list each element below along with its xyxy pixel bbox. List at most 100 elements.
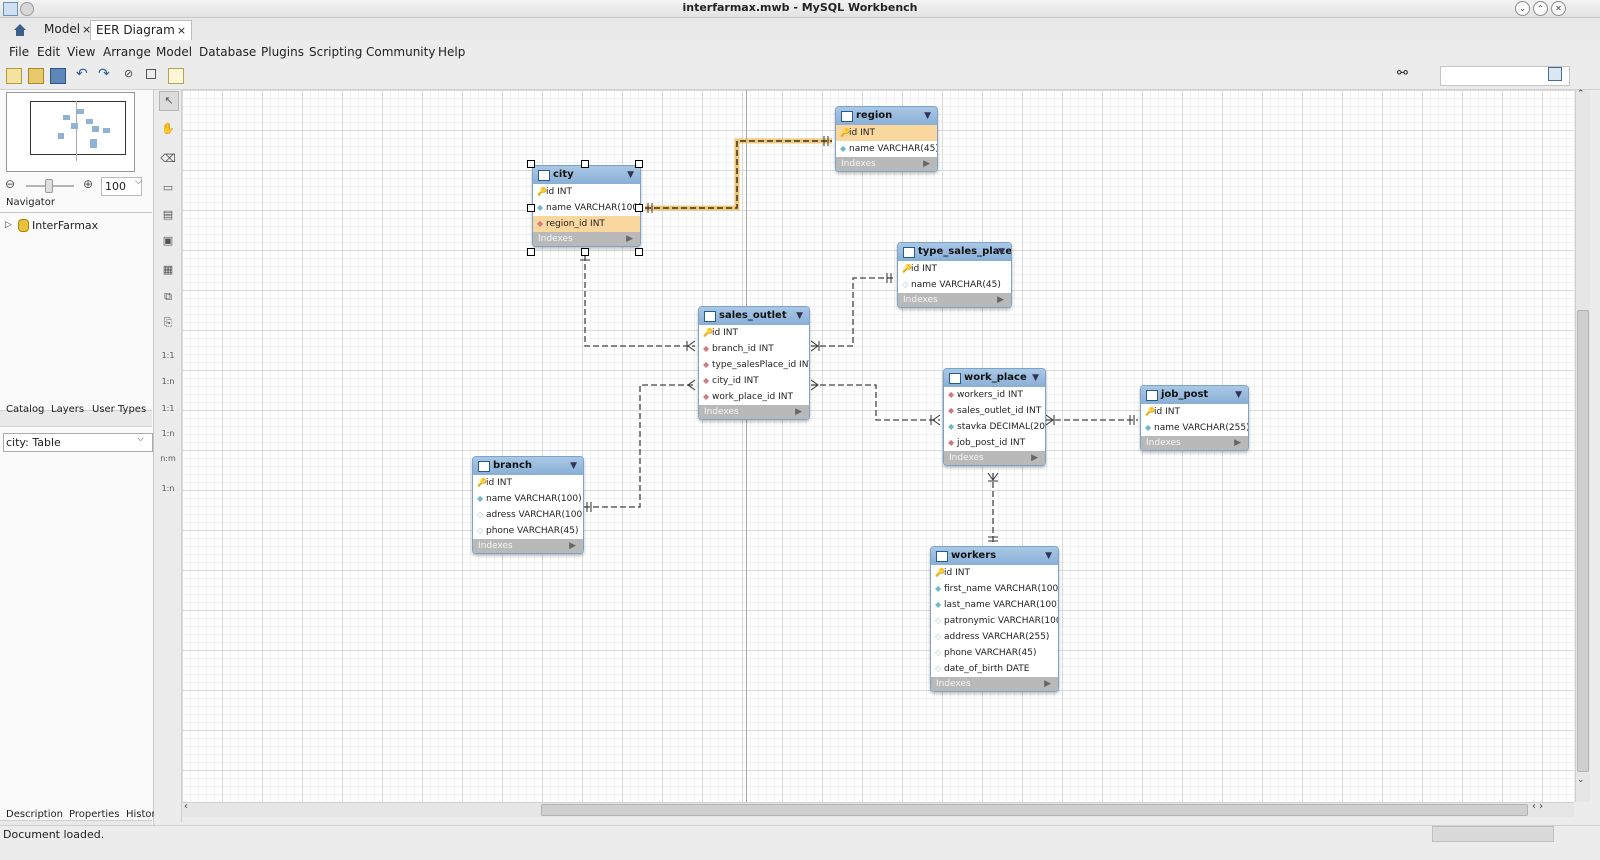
relationship-city-sales-outlet[interactable] <box>584 255 695 347</box>
table-branch[interactable]: branch ▼ 🔑 id INT ◆ name VARCHAR(100) ◇ adre… <box>472 456 584 554</box>
table-icon <box>1146 390 1158 401</box>
column-row[interactable]: ◇ patronymic VARCHAR(100) <box>931 613 1058 629</box>
column-icon: ◇ <box>935 632 942 641</box>
indexes-section[interactable]: Indexes ▶ <box>699 405 809 419</box>
foreign-key-icon: ◆ <box>537 219 544 228</box>
column-row[interactable]: 🔑 id INT <box>533 184 640 200</box>
column-row[interactable]: ◆ name VARCHAR(100) <box>533 200 640 216</box>
table-name: region <box>856 110 893 121</box>
collapse-chevron-icon[interactable]: ▼ <box>924 107 931 125</box>
column-row[interactable]: ◇ name VARCHAR(45) <box>898 277 1011 293</box>
selection-handle[interactable] <box>581 160 589 168</box>
column-text: phone VARCHAR(45) <box>486 526 579 536</box>
table-header[interactable]: city ▼ <box>533 166 640 184</box>
collapse-chevron-icon[interactable]: ▼ <box>627 166 634 184</box>
collapse-chevron-icon[interactable]: ▼ <box>1235 386 1242 404</box>
selection-handle[interactable] <box>527 204 535 212</box>
scroll-down-icon[interactable]: ⌄ <box>1577 775 1585 785</box>
column-row[interactable]: ◆ type_salesPlace_id INT <box>699 357 809 373</box>
column-row[interactable]: ◇ adress VARCHAR(100) <box>473 507 583 523</box>
table-work-place[interactable]: work_place ▼ ◆ workers_id INT ◆ sales_outle… <box>943 368 1046 466</box>
table-name: workers <box>951 550 997 561</box>
column-row[interactable]: 🔑 id INT <box>931 565 1058 581</box>
cardinality-markers <box>580 136 1135 542</box>
relationship-type-sales-place-sales-outlet[interactable] <box>811 277 895 347</box>
table-name: job_post <box>1161 389 1209 400</box>
collapse-chevron-icon[interactable]: ▼ <box>796 307 803 325</box>
primary-key-icon: 🔑 <box>703 328 713 337</box>
column-row[interactable]: 🔑 id INT <box>473 475 583 491</box>
column-row[interactable]: ◆ sales_outlet_id INT <box>944 403 1045 419</box>
column-row[interactable]: 🔑 id INT <box>699 325 809 341</box>
scroll-left-icon[interactable]: ‹ <box>184 801 188 812</box>
table-workers[interactable]: workers ▼ 🔑 id INT ◆ first_name VARCHAR(100… <box>930 546 1059 692</box>
column-icon: ◇ <box>477 526 484 535</box>
column-icon: ◇ <box>935 664 942 673</box>
indexes-section[interactable]: Indexes ▶ <box>944 451 1045 465</box>
collapse-chevron-icon[interactable]: ▼ <box>570 457 577 475</box>
selection-handle[interactable] <box>581 248 589 256</box>
column-row[interactable]: ◆ job_post_id INT <box>944 435 1045 451</box>
foreign-key-icon: ◆ <box>948 438 955 447</box>
column-row[interactable]: 🔑 id INT <box>898 261 1011 277</box>
selection-handle[interactable] <box>635 160 643 168</box>
table-icon <box>903 247 915 258</box>
collapse-chevron-icon[interactable]: ▼ <box>1032 369 1039 387</box>
table-header[interactable]: workers ▼ <box>931 547 1058 565</box>
column-row[interactable]: ◇ phone VARCHAR(45) <box>931 645 1058 661</box>
column-row[interactable]: ◆ stavka DECIMAL(20) <box>944 419 1045 435</box>
vertical-scroll-thumb[interactable] <box>1577 310 1589 772</box>
column-row[interactable]: ◆ workers_id INT <box>944 387 1045 403</box>
column-icon: ◆ <box>537 203 544 212</box>
table-header[interactable]: sales_outlet ▼ <box>699 307 809 325</box>
column-row[interactable]: ◇ address VARCHAR(255) <box>931 629 1058 645</box>
selection-handle[interactable] <box>635 204 643 212</box>
table-type-sales-place[interactable]: type_sales_place ▼ 🔑 id INT ◇ name VARCHAR(… <box>897 242 1012 308</box>
column-row[interactable]: 🔑 id INT <box>836 125 937 141</box>
relationship-sales-outlet-work-place[interactable] <box>811 384 940 421</box>
column-row[interactable]: ◇ phone VARCHAR(45) <box>473 523 583 539</box>
indexes-section[interactable]: Indexes ▶ <box>836 157 937 171</box>
column-row[interactable]: ◆ last_name VARCHAR(100) <box>931 597 1058 613</box>
column-row[interactable]: ◆ name VARCHAR(45) <box>836 141 937 157</box>
foreign-key-icon: ◆ <box>703 344 710 353</box>
table-icon <box>936 551 948 562</box>
indexes-section[interactable]: Indexes ▶ <box>533 232 640 246</box>
table-sales-outlet[interactable]: sales_outlet ▼ 🔑 id INT ◆ branch_id INT ◆ ty… <box>698 306 810 420</box>
collapse-chevron-icon[interactable]: ▼ <box>1045 547 1052 565</box>
table-name: work_place <box>964 372 1027 383</box>
table-city[interactable]: city ▼ 🔑 id INT ◆ name VARCHAR(100) ◆ region… <box>532 165 641 247</box>
column-text: workers_id INT <box>957 390 1023 400</box>
indexes-section[interactable]: Indexes ▶ <box>931 677 1058 691</box>
indexes-section[interactable]: Indexes ▶ <box>1141 436 1248 450</box>
table-job-post[interactable]: job_post ▼ 🔑 id INT ◆ name VARCHAR(255) Ind… <box>1140 385 1249 451</box>
indexes-section[interactable]: Indexes ▶ <box>473 539 583 553</box>
indexes-section[interactable]: Indexes ▶ <box>898 293 1011 307</box>
selection-handle[interactable] <box>527 160 535 168</box>
horizontal-scroll-thumb[interactable] <box>541 804 1528 816</box>
column-row[interactable]: ◆ name VARCHAR(100) <box>473 491 583 507</box>
column-row[interactable]: ◇ date_of_birth DATE <box>931 661 1058 677</box>
scroll-right-icon[interactable]: ‹ › <box>1532 801 1543 812</box>
relationship-branch-sales-outlet[interactable] <box>584 384 695 508</box>
column-row[interactable]: ◆ city_id INT <box>699 373 809 389</box>
column-row[interactable]: ◆ region_id INT <box>533 216 640 232</box>
scroll-up-icon[interactable]: ⌃ <box>1577 89 1585 99</box>
relationship-city-region-highlight[interactable] <box>645 138 832 211</box>
column-row[interactable]: 🔑 id INT <box>1141 404 1248 420</box>
collapse-chevron-icon[interactable]: ▼ <box>998 243 1005 261</box>
selection-handle[interactable] <box>527 248 535 256</box>
table-region[interactable]: region ▼ 🔑 id INT ◆ name VARCHAR(45) Indexe… <box>835 106 938 172</box>
table-header[interactable]: branch ▼ <box>473 457 583 475</box>
column-row[interactable]: ◆ work_place_id INT <box>699 389 809 405</box>
selection-handle[interactable] <box>635 248 643 256</box>
column-row[interactable]: ◆ name VARCHAR(255) <box>1141 420 1248 436</box>
column-row[interactable]: ◆ first_name VARCHAR(100) <box>931 581 1058 597</box>
table-header[interactable]: work_place ▼ <box>944 369 1045 387</box>
column-text: stavka DECIMAL(20) <box>957 422 1046 432</box>
column-text: city_id INT <box>712 376 759 386</box>
table-header[interactable]: region ▼ <box>836 107 937 125</box>
column-row[interactable]: ◆ branch_id INT <box>699 341 809 357</box>
table-header[interactable]: type_sales_place ▼ <box>898 243 1011 261</box>
table-header[interactable]: job_post ▼ <box>1141 386 1248 404</box>
